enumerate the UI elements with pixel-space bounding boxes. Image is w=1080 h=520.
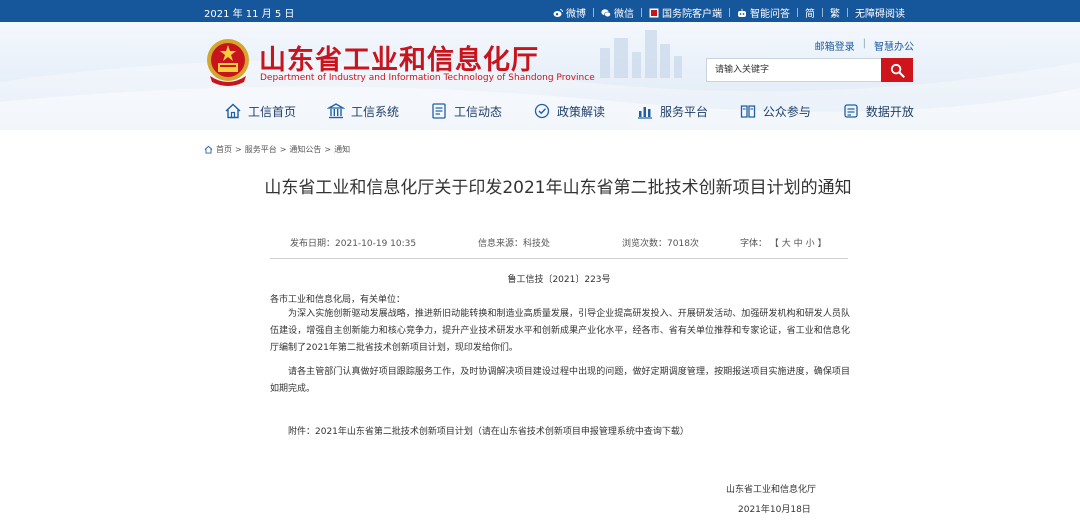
nav-item-label: 工信动态: [453, 104, 502, 119]
site-subtitle-english: Department of Industry and Information T…: [260, 73, 595, 83]
font-size-medium[interactable]: 中: [794, 239, 803, 249]
font-size-control: 字体： 【 大 中 小 】: [740, 236, 826, 249]
nav-item-policy[interactable]: 政策解读: [533, 99, 605, 123]
info-source: 信息来源：科技处: [478, 236, 550, 249]
national-emblem-icon: [207, 39, 249, 86]
view-count-label: 浏览次数：: [622, 239, 668, 249]
divider: |: [862, 38, 866, 49]
top-links: 微博 微信 国务院客户端 智能问答 简 繁 无障碍阅读: [546, 5, 912, 20]
breadcrumb: 首页 > 服务平台 > 通知公告 > 通知: [204, 144, 350, 155]
home-icon: [225, 103, 241, 119]
nav-item-label: 政策解读: [556, 104, 605, 119]
policy-icon: [534, 103, 550, 119]
smart-qa-label: 智能问答: [750, 9, 790, 20]
home-icon: [204, 145, 213, 154]
weibo-link[interactable]: 微博: [546, 5, 593, 20]
accessibility-link[interactable]: 无障碍阅读: [848, 5, 912, 20]
nav-item-participation[interactable]: 公众参与: [739, 99, 811, 123]
main-nav: 工信首页 工信系统 工信动态 政策解读 服务平台 公众参与 数据开放: [224, 99, 914, 123]
publish-date: 发布日期：2021-10-19 10:35: [290, 236, 416, 249]
nav-item-open-data[interactable]: 数据开放: [842, 99, 914, 123]
article-title: 山东省工业和信息化厅关于印发2021年山东省第二批技术创新项目计划的通知: [264, 178, 852, 198]
breadcrumb-notices[interactable]: 通知: [334, 144, 350, 155]
signer: 山东省工业和信息化厅: [726, 485, 817, 495]
smart-qa-icon: [738, 8, 746, 17]
meta-divider: [270, 258, 848, 259]
email-login-link[interactable]: 邮箱登录: [815, 38, 855, 53]
salutation: 各市工业和信息化局，有关单位：: [270, 295, 406, 305]
site-title: 山东省工业和信息化厅: [259, 45, 539, 76]
search-button[interactable]: [881, 58, 913, 82]
nav-item-home[interactable]: 工信首页: [224, 99, 296, 123]
nav-item-label: 数据开放: [865, 104, 914, 119]
info-source-value: 科技处: [523, 239, 551, 249]
font-size-bracket-close: 】: [817, 239, 827, 249]
participation-icon: [740, 105, 756, 118]
wechat-icon: [601, 8, 611, 17]
body-paragraph: 请各主管部门认真做好项目跟踪服务工作，及时协调解决项目建设过程中出现的问题，做好…: [270, 367, 850, 394]
font-size-large[interactable]: 大: [782, 239, 791, 249]
document-number: 鲁工信技〔2021〕223号: [507, 275, 611, 285]
info-source-label: 信息来源：: [478, 239, 524, 249]
view-count: 浏览次数：7018次: [622, 236, 699, 249]
wechat-label: 微信: [614, 9, 634, 20]
state-council-client-icon: [649, 8, 659, 17]
nav-item-label: 公众参与: [762, 104, 811, 119]
smart-office-link[interactable]: 智慧办公: [874, 38, 914, 53]
data-icon: [844, 104, 858, 118]
breadcrumb-separator: >: [324, 145, 332, 154]
nav-item-label: 工信系统: [350, 104, 399, 119]
sign-date: 2021年10月18日: [738, 505, 811, 515]
news-icon: [432, 103, 446, 119]
breadcrumb-separator: >: [279, 145, 287, 154]
wechat-link[interactable]: 微信: [594, 5, 641, 20]
search-input[interactable]: [706, 58, 881, 82]
nav-item-service[interactable]: 服务平台: [636, 99, 708, 123]
smart-qa-link[interactable]: 智能问答: [730, 5, 797, 20]
breadcrumb-separator: >: [235, 145, 242, 154]
site-header: 山东省工业和信息化厅 Department of Industry and In…: [0, 22, 1080, 130]
current-date: 2021 年 11 月 5 日: [204, 9, 295, 20]
state-council-client-label: 国务院客户端: [662, 9, 722, 20]
nav-item-system[interactable]: 工信系统: [326, 99, 399, 123]
nav-item-label: 工信首页: [248, 104, 297, 119]
breadcrumb-service-platform[interactable]: 服务平台: [245, 144, 277, 155]
weibo-label: 微博: [566, 9, 586, 20]
traditional-chinese-link[interactable]: 繁: [823, 5, 847, 20]
view-count-value: 7018次: [667, 239, 699, 249]
publish-date-value: 2021-10-19 10:35: [335, 239, 417, 249]
weibo-icon: [553, 8, 563, 17]
nav-item-news[interactable]: 工信动态: [430, 99, 502, 123]
font-size-bracket-open: 【: [769, 239, 779, 249]
nav-item-label: 服务平台: [659, 104, 708, 119]
simplified-chinese-link[interactable]: 简: [798, 5, 822, 20]
font-size-label: 字体：: [740, 239, 768, 249]
header-links: 邮箱登录 | 智慧办公: [815, 38, 914, 53]
building-icon: [326, 103, 345, 119]
breadcrumb-home[interactable]: 首页: [216, 144, 232, 155]
top-bar: 2021 年 11 月 5 日 微博 微信 国务院客户端 智能问答 简 繁 无障…: [0, 0, 1080, 22]
article-meta: 发布日期：2021-10-19 10:35 信息来源：科技处 浏览次数：7018…: [270, 236, 850, 250]
publish-date-label: 发布日期：: [290, 239, 336, 249]
breadcrumb-announcements[interactable]: 通知公告: [289, 144, 321, 155]
state-council-client-link[interactable]: 国务院客户端: [642, 5, 729, 20]
search-box: [706, 58, 913, 82]
attachment-link[interactable]: 附件：2021年山东省第二批技术创新项目计划（请在山东省技术创新项目申报管理系统…: [288, 424, 689, 437]
font-size-small[interactable]: 小: [806, 239, 815, 249]
body-paragraph: 为深入实施创新驱动发展战略，推进新旧动能转换和制造业高质量发展，引导企业提高研发…: [270, 309, 850, 353]
search-icon: [890, 63, 905, 78]
service-icon: [637, 107, 652, 119]
